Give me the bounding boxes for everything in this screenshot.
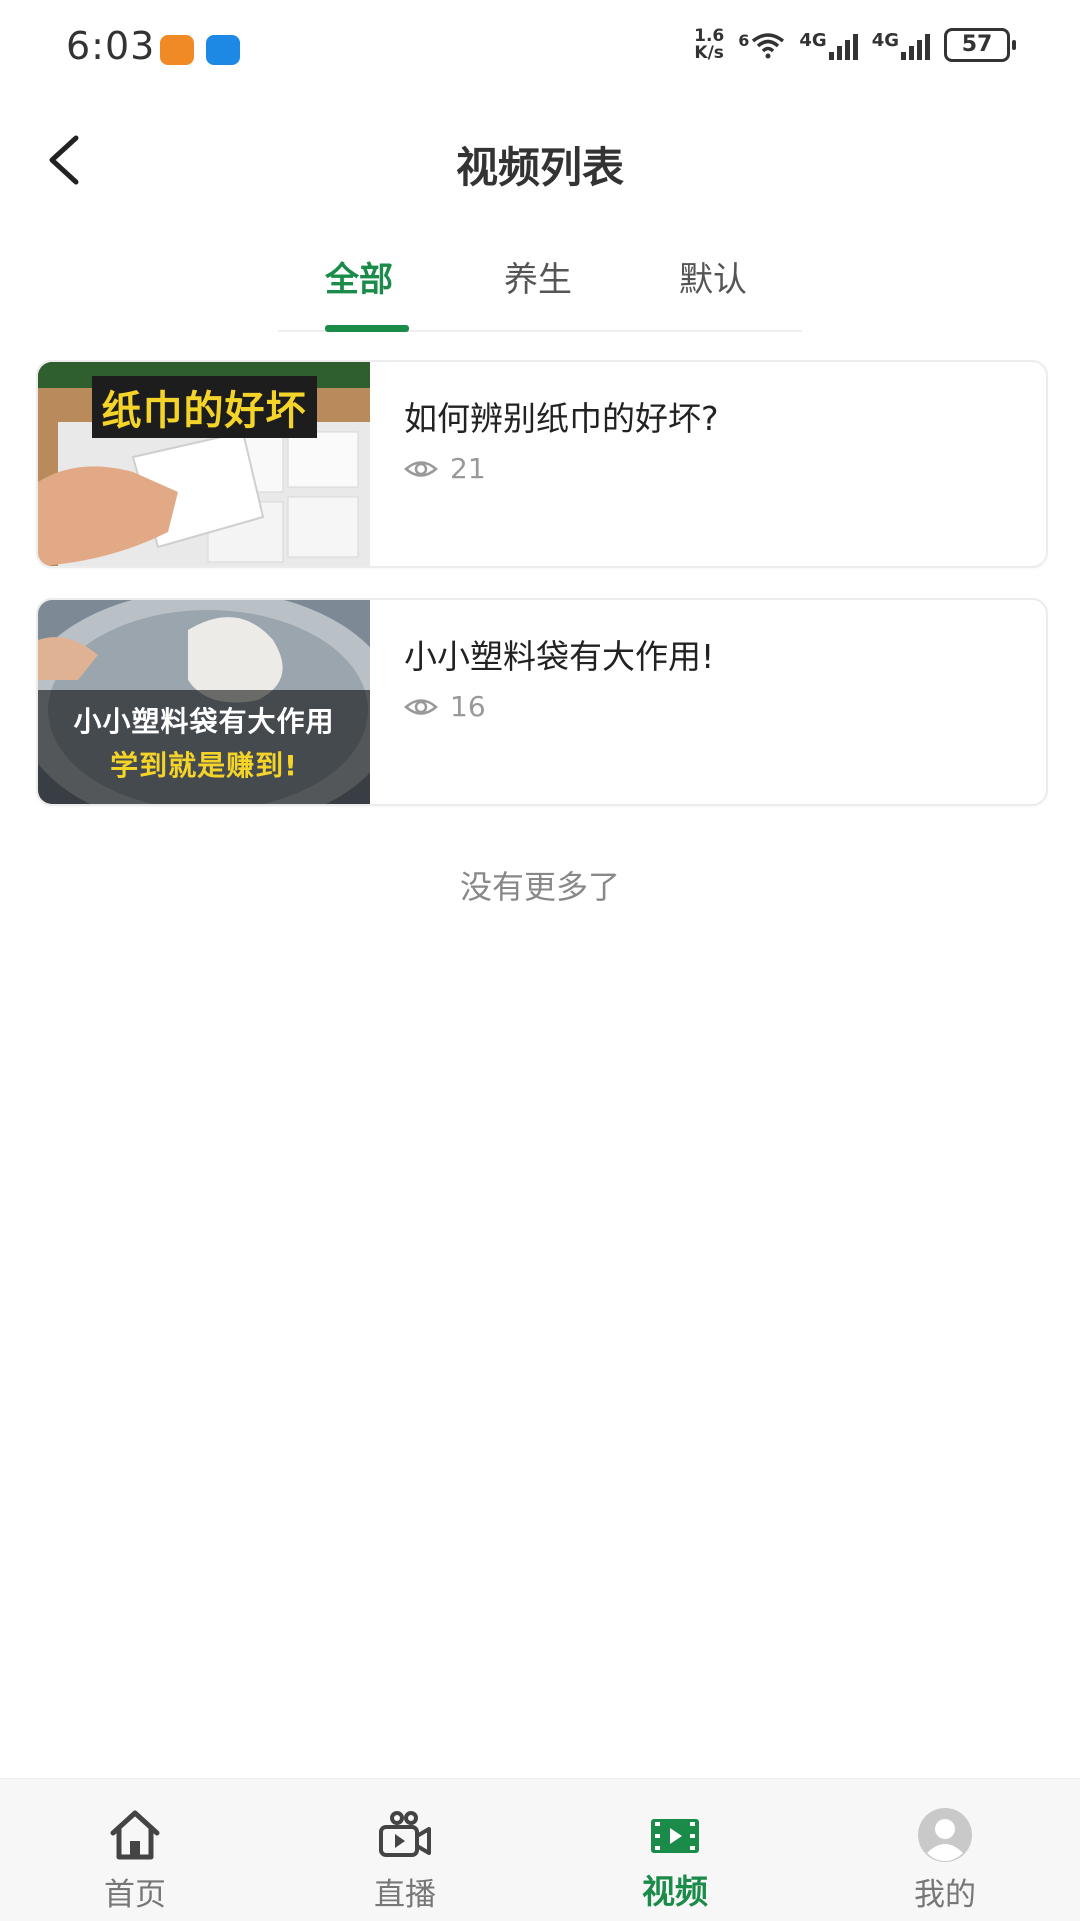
network-speed: 1.6 K/s (694, 28, 724, 62)
status-time: 6:03 (66, 24, 156, 68)
weather-app-icon (206, 35, 240, 65)
video-film-icon (651, 1819, 699, 1853)
wifi-waves-icon (752, 33, 785, 59)
tab-all-label: 全部 (325, 260, 393, 300)
network-speed-unit: K/s (694, 43, 724, 63)
thumbnail-caption-line: 学到就是赚到! (110, 749, 298, 782)
bottom-nav: 首页 直播 视频 我的 (0, 1778, 1080, 1921)
nav-home-label: 首页 (104, 1877, 166, 1913)
nav-live-label: 直播 (374, 1877, 436, 1913)
home-icon (110, 1810, 160, 1860)
view-count-value: 16 (450, 690, 486, 723)
video-title[interactable]: 如何辨别纸巾的好坏? (404, 392, 719, 440)
tab-health[interactable]: 养生 (504, 252, 572, 318)
video-thumbnail[interactable]: 小小塑料袋有大作用 学到就是赚到! (38, 600, 370, 804)
tab-default-label: 默认 (679, 260, 747, 300)
user-avatar-icon (918, 1808, 972, 1862)
eye-icon (404, 460, 438, 477)
nav-profile[interactable]: 我的 (810, 1779, 1080, 1921)
sim1-label: 4G (799, 30, 827, 51)
battery-level: 57 (961, 32, 993, 57)
nav-live[interactable]: 直播 (270, 1779, 540, 1921)
thumbnail-caption: 小小塑料袋有大作用 学到就是赚到! (38, 700, 370, 784)
view-count: 16 (404, 690, 486, 723)
battery-icon: 57 (944, 28, 1016, 62)
status-indicators: 1.6 K/s 6 4G 4G 57 (694, 28, 1016, 62)
status-bar: 6:03 1.6 K/s 6 4G 4G 57 (0, 0, 1080, 100)
video-thumbnail[interactable]: 纸巾的好坏 (38, 362, 370, 566)
video-title[interactable]: 小小塑料袋有大作用! (404, 630, 714, 678)
thumbnail-caption-line: 纸巾的好坏 (91, 376, 317, 438)
wifi-label: 6 (738, 31, 750, 50)
wifi-icon: 6 (738, 31, 785, 59)
thumbnail-caption-line: 小小塑料袋有大作用 (73, 705, 335, 738)
nav-profile-label: 我的 (914, 1877, 976, 1913)
video-card[interactable]: 小小塑料袋有大作用 学到就是赚到! 小小塑料袋有大作用! 16 (36, 598, 1048, 806)
nav-video[interactable]: 视频 (540, 1779, 810, 1921)
tab-default[interactable]: 默认 (679, 252, 747, 318)
page-header: 视频列表 (0, 110, 1080, 220)
eye-icon (404, 698, 438, 715)
sim2-label: 4G (871, 30, 899, 51)
view-count-value: 21 (450, 452, 486, 485)
video-card[interactable]: 纸巾的好坏 如何辨别纸巾的好坏? 21 (36, 360, 1048, 568)
view-count: 21 (404, 452, 486, 485)
category-tabs: 全部 养生 默认 (278, 240, 802, 332)
tab-health-label: 养生 (504, 260, 572, 300)
nav-home[interactable]: 首页 (0, 1779, 270, 1921)
live-camera-icon (379, 1811, 431, 1857)
tab-all[interactable]: 全部 (325, 252, 393, 318)
list-end-text: 没有更多了 (459, 868, 620, 906)
cell-signal-1-icon: 4G (799, 30, 858, 60)
thumbnail-caption: 纸巾的好坏 (38, 376, 370, 438)
cell-signal-2-icon: 4G (872, 30, 930, 60)
nav-video-label: 视频 (642, 1872, 708, 1911)
notification-app-icon (160, 35, 194, 65)
active-tab-indicator (325, 325, 409, 332)
page-title: 视频列表 (455, 143, 624, 192)
